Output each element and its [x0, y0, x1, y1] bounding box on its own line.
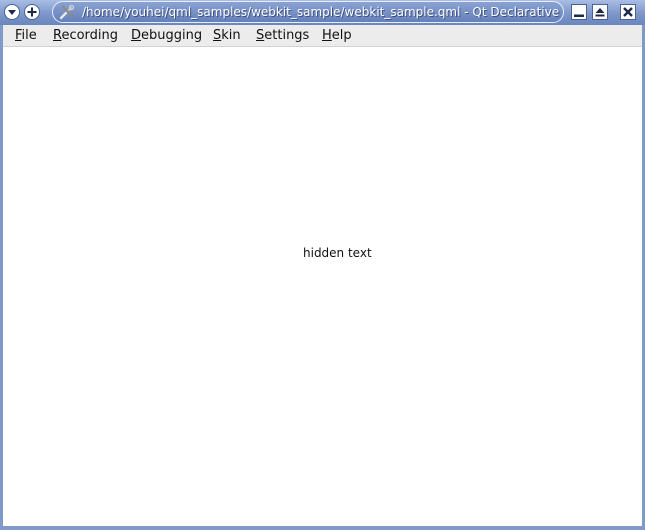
sticky-icon [27, 7, 37, 17]
minimize-button[interactable] [571, 4, 587, 20]
app-window: /home/youhei/qml_samples/webkit_sample/w… [0, 0, 645, 530]
menu-file[interactable]: File [15, 28, 37, 44]
close-button[interactable] [620, 4, 636, 20]
shade-button[interactable] [592, 4, 608, 20]
content-text: hidden text [303, 246, 372, 260]
menu-help[interactable]: Help [322, 28, 352, 44]
menu-recording[interactable]: Recording [53, 28, 118, 44]
window-menu-icon [8, 10, 16, 15]
title-bar[interactable]: /home/youhei/qml_samples/webkit_sample/w… [0, 0, 645, 25]
qml-view: hidden text [3, 47, 642, 526]
qt-tools-icon [59, 4, 75, 20]
window-menu-button[interactable] [4, 4, 20, 20]
menu-settings[interactable]: Settings [256, 28, 309, 44]
shade-icon [595, 8, 605, 17]
minimize-icon [574, 14, 584, 17]
window-bottom-border[interactable] [0, 526, 645, 530]
window-title: /home/youhei/qml_samples/webkit_sample/w… [82, 5, 564, 19]
sticky-button[interactable] [24, 4, 40, 20]
menu-bar: File Recording Debugging Skin Settings H… [3, 25, 642, 47]
menu-skin[interactable]: Skin [213, 28, 241, 44]
menu-debugging[interactable]: Debugging [131, 28, 202, 44]
close-icon [623, 7, 633, 17]
title-area[interactable]: /home/youhei/qml_samples/webkit_sample/w… [52, 1, 564, 23]
